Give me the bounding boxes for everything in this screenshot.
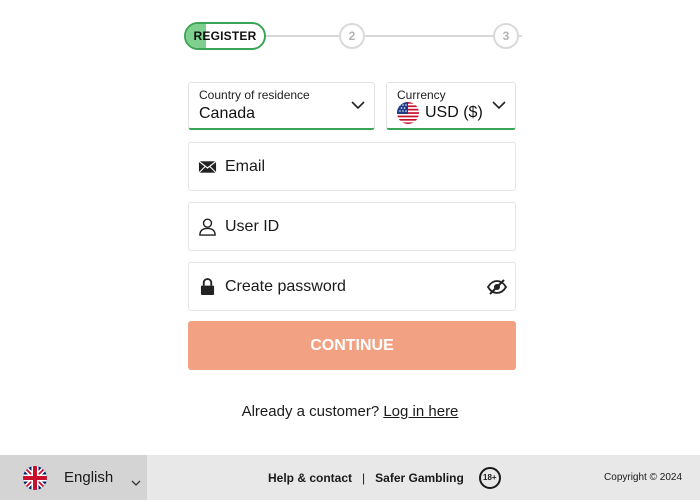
continue-button[interactable]: CONTINUE <box>188 321 516 370</box>
password-field[interactable] <box>188 262 516 311</box>
currency-label: Currency <box>397 88 446 102</box>
chevron-down-icon <box>492 101 506 110</box>
age-restriction-badge: 18+ <box>478 466 501 489</box>
user-icon <box>197 217 217 237</box>
footer-separator: | <box>362 470 366 485</box>
footer: English Help & contact | Safer Gambling … <box>0 455 700 500</box>
email-input[interactable] <box>225 157 475 176</box>
eye-off-icon[interactable] <box>487 277 507 297</box>
step-register-label: REGISTER <box>193 29 257 43</box>
uk-flag-icon <box>23 465 47 490</box>
currency-select[interactable]: Currency USD ($) <box>386 82 516 130</box>
footer-links: Help & contact | Safer Gambling 18+ <box>268 455 501 500</box>
step-2: 2 <box>339 23 365 49</box>
language-label: English <box>64 469 114 486</box>
copyright-text: Copyright © 2024 <box>604 472 682 483</box>
help-contact-link[interactable]: Help & contact <box>268 471 352 485</box>
password-input[interactable] <box>225 277 475 296</box>
user-id-field[interactable] <box>188 202 516 251</box>
login-prompt: Already a customer? Log in here <box>0 403 700 420</box>
country-label: Country of residence <box>199 88 310 102</box>
stepper-track <box>264 35 522 37</box>
user-id-input[interactable] <box>225 217 475 236</box>
chevron-down-icon <box>131 480 141 486</box>
login-prompt-text: Already a customer? <box>241 403 380 420</box>
login-link[interactable]: Log in here <box>383 403 458 420</box>
language-selector[interactable]: English <box>0 455 147 500</box>
currency-value: USD ($) <box>425 104 483 121</box>
step-3: 3 <box>493 23 519 49</box>
chevron-down-icon <box>351 101 365 110</box>
email-field[interactable] <box>188 142 516 191</box>
step-register: REGISTER <box>184 22 266 50</box>
registration-stepper: REGISTER 2 3 <box>184 22 522 50</box>
country-select[interactable]: Country of residence Canada <box>188 82 375 130</box>
lock-icon <box>197 277 217 297</box>
safer-gambling-link[interactable]: Safer Gambling <box>375 471 464 485</box>
us-flag-icon <box>397 101 419 124</box>
country-value: Canada <box>199 105 256 122</box>
envelope-icon <box>197 157 217 177</box>
